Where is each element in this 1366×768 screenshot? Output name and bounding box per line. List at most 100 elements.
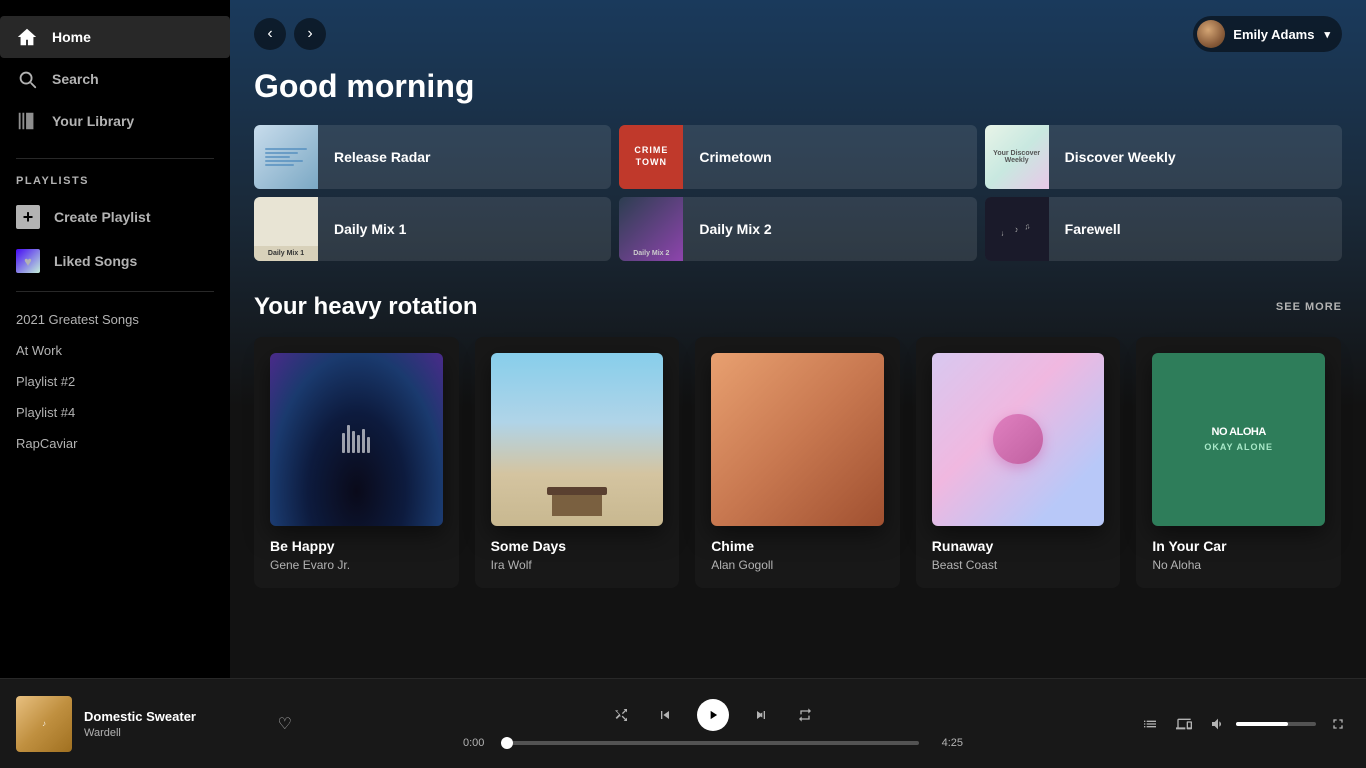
- top-bar: ‹ › Emily Adams ▾: [230, 0, 1366, 68]
- now-playing-artist: Wardell: [84, 727, 262, 739]
- heavy-rotation-header: Your heavy rotation SEE MORE: [254, 293, 1342, 321]
- playlists-header: PLAYLISTS: [0, 167, 230, 195]
- card-artist: Gene Evaro Jr.: [270, 558, 443, 572]
- sidebar-playlist-item[interactable]: At Work: [0, 335, 230, 366]
- nav-buttons: ‹ ›: [254, 18, 326, 50]
- quick-link-thumb: CRIMETOWN: [619, 125, 683, 189]
- quick-link-crimetown[interactable]: CRIMETOWN Crimetown: [619, 125, 976, 189]
- fullscreen-button[interactable]: [1326, 712, 1350, 736]
- now-playing-bar: ♪ Domestic Sweater Wardell ♡: [0, 678, 1366, 768]
- queue-icon: [1142, 716, 1158, 732]
- sidebar-playlist-item[interactable]: 2021 Greatest Songs: [0, 304, 230, 335]
- quick-link-title: Release Radar: [318, 149, 447, 165]
- card-thumbnail: [932, 353, 1105, 526]
- see-more-button[interactable]: SEE MORE: [1276, 301, 1342, 313]
- user-name: Emily Adams: [1233, 27, 1314, 42]
- quick-link-thumb: Daily Mix 2: [619, 197, 683, 261]
- avatar: [1197, 20, 1225, 48]
- quick-link-farewell[interactable]: ♩ ♪ ♫ Farewell: [985, 197, 1342, 261]
- liked-songs-button[interactable]: ♥ Liked Songs: [0, 239, 230, 283]
- fullscreen-icon: [1330, 716, 1346, 732]
- chevron-down-icon: ▾: [1324, 28, 1330, 41]
- sidebar-playlist-item[interactable]: Playlist #4: [0, 397, 230, 428]
- volume-button[interactable]: [1206, 712, 1230, 736]
- sidebar-playlist-item[interactable]: RapCaviar: [0, 428, 230, 459]
- sidebar-item-search[interactable]: Search: [0, 58, 230, 100]
- progress-track[interactable]: [507, 741, 919, 745]
- play-pause-button[interactable]: [697, 699, 729, 731]
- quick-link-title: Daily Mix 2: [683, 221, 787, 237]
- card-title: In Your Car: [1152, 538, 1325, 554]
- progress-dot: [501, 737, 513, 749]
- page-title: Good morning: [254, 68, 1342, 105]
- sidebar-home-label: Home: [52, 29, 91, 45]
- card-artist: Alan Gogoll: [711, 558, 884, 572]
- quick-link-thumb: Daily Mix 1: [254, 197, 318, 261]
- volume-icon: [1210, 716, 1226, 732]
- quick-link-discover-weekly[interactable]: Your Discover Weekly Discover Weekly: [985, 125, 1342, 189]
- heavy-rotation-cards: Be Happy Gene Evaro Jr. Some Days Ira Wo…: [254, 337, 1342, 588]
- quick-link-thumb: ♩ ♪ ♫: [985, 197, 1049, 261]
- sidebar-item-home[interactable]: Home: [0, 16, 230, 58]
- card-title: Runaway: [932, 538, 1105, 554]
- avatar-image: [1197, 20, 1225, 48]
- total-time: 4:25: [929, 737, 963, 749]
- quick-link-thumb: Your Discover Weekly: [985, 125, 1049, 189]
- quick-links-grid: Release Radar CRIMETOWN Crimetown Your D…: [254, 125, 1342, 261]
- quick-link-thumb: [254, 125, 318, 189]
- like-button[interactable]: ♡: [274, 710, 296, 738]
- main-content: ‹ › Emily Adams ▾ Good morning: [230, 0, 1366, 678]
- quick-link-title: Farewell: [1049, 221, 1137, 237]
- create-playlist-button[interactable]: + Create Playlist: [0, 195, 230, 239]
- volume-fill: [1236, 722, 1288, 726]
- volume-track[interactable]: [1236, 722, 1316, 726]
- next-button[interactable]: [749, 703, 773, 727]
- home-icon: [16, 26, 38, 48]
- queue-button[interactable]: [1138, 712, 1162, 736]
- sidebar-item-library[interactable]: Your Library: [0, 100, 230, 142]
- card-artist: Beast Coast: [932, 558, 1105, 572]
- now-playing-right: [1130, 712, 1350, 736]
- quick-link-title: Crimetown: [683, 149, 787, 165]
- card-thumbnail: NO ALOHA OKAY ALONE: [1152, 353, 1325, 526]
- quick-link-release-radar[interactable]: Release Radar: [254, 125, 611, 189]
- volume-area: [1206, 712, 1316, 736]
- liked-songs-label: Liked Songs: [54, 253, 137, 269]
- library-icon: [16, 110, 38, 132]
- plus-icon: +: [16, 205, 40, 229]
- repeat-icon: [797, 707, 813, 723]
- music-card-some-days[interactable]: Some Days Ira Wolf: [475, 337, 680, 588]
- music-card-be-happy[interactable]: Be Happy Gene Evaro Jr.: [254, 337, 459, 588]
- sidebar-navigation: Home Search Your Library: [0, 8, 230, 150]
- now-playing-title: Domestic Sweater: [84, 709, 262, 724]
- shuffle-button[interactable]: [609, 703, 633, 727]
- back-button[interactable]: ‹: [254, 18, 286, 50]
- quick-link-daily-mix-2[interactable]: Daily Mix 2 Daily Mix 2: [619, 197, 976, 261]
- music-card-runaway[interactable]: Runaway Beast Coast: [916, 337, 1121, 588]
- card-thumbnail: [270, 353, 443, 526]
- skip-forward-icon: [753, 707, 769, 723]
- sidebar-playlist-item[interactable]: Playlist #2: [0, 366, 230, 397]
- progress-bar-area: 0:00 4:25: [463, 737, 963, 749]
- quick-link-daily-mix-1[interactable]: Daily Mix 1 Daily Mix 1: [254, 197, 611, 261]
- music-card-in-your-car[interactable]: NO ALOHA OKAY ALONE In Your Car No Aloha: [1136, 337, 1341, 588]
- card-artist: Ira Wolf: [491, 558, 664, 572]
- sidebar-library-label: Your Library: [52, 113, 134, 129]
- shuffle-icon: [613, 707, 629, 723]
- heart-icon: ♥: [16, 249, 40, 273]
- repeat-button[interactable]: [793, 703, 817, 727]
- playlist-list: 2021 Greatest Songs At Work Playlist #2 …: [0, 300, 230, 463]
- devices-button[interactable]: [1172, 712, 1196, 736]
- music-card-chime[interactable]: Chime Alan Gogoll: [695, 337, 900, 588]
- now-playing-thumbnail: ♪: [16, 696, 72, 752]
- user-menu-button[interactable]: Emily Adams ▾: [1193, 16, 1342, 52]
- now-playing-center: 0:00 4:25: [296, 699, 1130, 749]
- create-playlist-label: Create Playlist: [54, 209, 151, 225]
- quick-link-title: Discover Weekly: [1049, 149, 1192, 165]
- card-thumbnail: [711, 353, 884, 526]
- previous-button[interactable]: [653, 703, 677, 727]
- card-thumbnail: [491, 353, 664, 526]
- content-area: Good morning: [230, 68, 1366, 612]
- forward-button[interactable]: ›: [294, 18, 326, 50]
- play-icon: [706, 708, 720, 722]
